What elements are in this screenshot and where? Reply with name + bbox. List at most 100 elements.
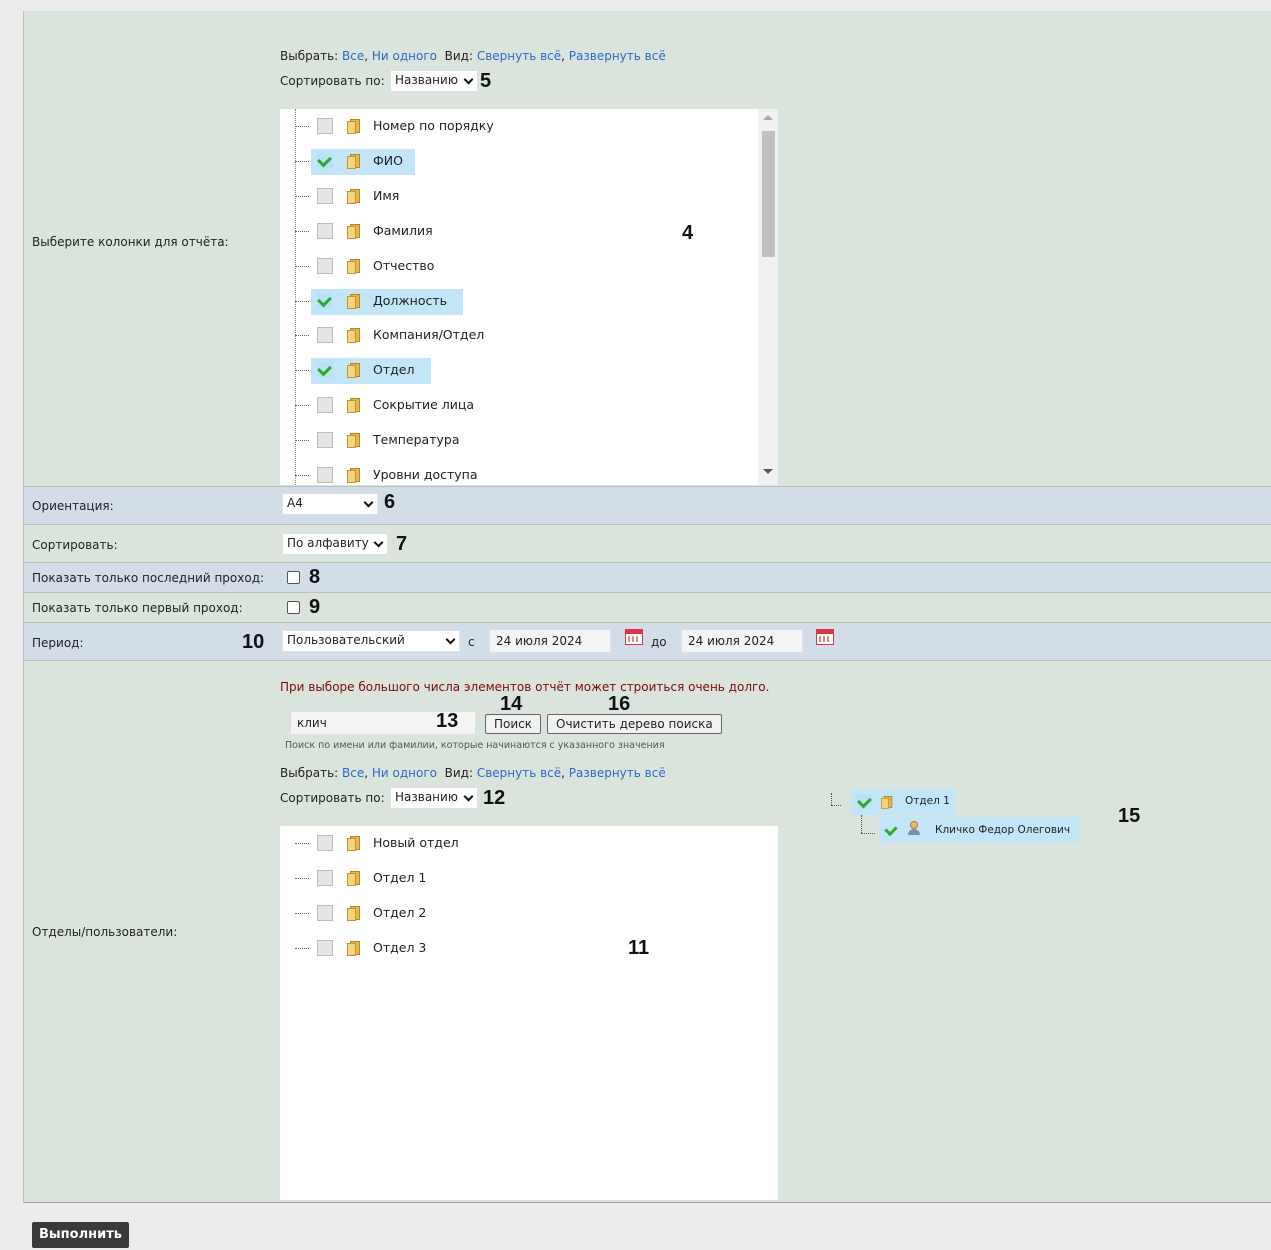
calendar-from-icon[interactable] xyxy=(625,629,643,645)
column-label: Должность xyxy=(373,292,448,308)
orientation-select[interactable]: A4 xyxy=(282,493,378,515)
select-label: Выбрать: xyxy=(280,766,339,780)
date-to-input[interactable]: 24 июля 2024 xyxy=(681,629,803,653)
column-node[interactable]: Компания/Отдел xyxy=(295,323,735,349)
department-node[interactable]: Новый отдел xyxy=(295,831,735,857)
period-from-label: с xyxy=(468,635,475,649)
expand-all-link[interactable]: Развернуть всё xyxy=(569,49,666,63)
period-label: Период: xyxy=(32,636,84,650)
tree-connector xyxy=(295,160,309,162)
calendar-to-icon[interactable] xyxy=(816,629,834,645)
sort-select[interactable]: По алфавиту xyxy=(282,533,388,555)
folder-icon xyxy=(347,431,363,449)
result-user-label: Кличко Федор Олегович xyxy=(935,824,1071,836)
last-pass-checkbox[interactable] xyxy=(287,571,300,584)
scroll-thumb[interactable] xyxy=(762,131,775,257)
department-checkbox[interactable] xyxy=(317,835,333,851)
collapse-all-link[interactable]: Свернуть всё xyxy=(477,49,561,63)
departments-label: Отделы/пользователи: xyxy=(32,925,178,939)
callout-10: 10 xyxy=(242,631,265,653)
user-icon xyxy=(907,821,921,835)
column-node[interactable]: Номер по порядку xyxy=(295,114,735,140)
column-checkbox[interactable] xyxy=(317,432,333,449)
run-button[interactable]: Выполнить xyxy=(32,1222,129,1248)
column-label: Отдел xyxy=(373,362,415,378)
column-checkbox[interactable] xyxy=(317,187,333,204)
search-button[interactable]: Поиск xyxy=(485,714,542,734)
department-checkbox[interactable] xyxy=(317,870,333,886)
column-checkbox[interactable] xyxy=(317,257,333,274)
select-none-link[interactable]: Ни одного xyxy=(372,766,437,780)
department-node[interactable]: Отдел 1 xyxy=(295,866,735,892)
result-department-node[interactable]: Отдел 1 xyxy=(837,789,967,815)
last-pass-row: Показать только последний проход: 8 xyxy=(24,562,1271,592)
callout-13: 13 xyxy=(436,710,459,732)
tree-connector xyxy=(295,126,309,127)
result-user-node[interactable]: Кличко Федор Олегович xyxy=(879,817,1079,843)
column-checkbox[interactable] xyxy=(317,118,333,134)
result-department-label: Отдел 1 xyxy=(905,795,950,807)
scroll-up-icon[interactable] xyxy=(763,115,773,120)
column-checkbox[interactable] xyxy=(317,152,333,169)
scroll-down-icon[interactable] xyxy=(763,469,773,474)
department-node[interactable]: Отдел 2 xyxy=(295,901,735,927)
tree-connector xyxy=(295,265,309,267)
orientation-label: Ориентация: xyxy=(32,499,114,513)
column-node[interactable]: Фамилия xyxy=(295,219,735,245)
column-node[interactable]: Имя xyxy=(295,184,735,210)
column-node[interactable]: Уровни доступа xyxy=(295,463,735,485)
column-checkbox[interactable] xyxy=(317,292,333,309)
columns-select-bar: Выбрать: Все, Ни одного Вид: Свернуть вс… xyxy=(280,49,666,63)
column-checkbox[interactable] xyxy=(317,467,333,483)
folder-icon xyxy=(347,257,363,275)
department-checkbox[interactable] xyxy=(317,905,333,921)
column-checkbox[interactable] xyxy=(317,362,333,379)
tree-connector xyxy=(295,878,309,879)
department-label: Новый отдел xyxy=(373,835,459,850)
column-node[interactable]: Отдел xyxy=(295,358,735,385)
column-node[interactable]: Отчество xyxy=(295,254,735,280)
scrollbar[interactable] xyxy=(758,109,778,485)
callout-6: 6 xyxy=(384,491,396,513)
result-user-checkbox[interactable] xyxy=(883,822,898,838)
departments-sort-label: Сортировать по: xyxy=(280,791,385,805)
folder-icon xyxy=(347,292,363,310)
columns-sort-select[interactable]: Названию xyxy=(390,70,478,92)
column-checkbox[interactable] xyxy=(317,397,333,414)
department-checkbox[interactable] xyxy=(317,940,333,956)
result-department-checkbox[interactable] xyxy=(857,794,872,809)
expand-all-link[interactable]: Развернуть всё xyxy=(569,766,666,780)
search-result-tree: Отдел 1 Кличко Федор Олегович xyxy=(829,787,1089,857)
select-none-link[interactable]: Ни одного xyxy=(372,49,437,63)
column-checkbox[interactable] xyxy=(317,222,333,239)
first-pass-row: Показать только первый проход: 9 xyxy=(24,592,1271,622)
sort-row: Сортировать: По алфавиту 7 xyxy=(24,524,1271,562)
period-row: Период: 10 Пользовательский с 24 июля 20… xyxy=(24,622,1271,660)
callout-7: 7 xyxy=(396,533,408,555)
first-pass-checkbox[interactable] xyxy=(287,601,300,614)
departments-sort-select[interactable]: Названию xyxy=(390,787,478,809)
column-node[interactable]: ФИО xyxy=(295,148,735,175)
clear-search-tree-button[interactable]: Очистить дерево поиска xyxy=(547,714,722,734)
column-node[interactable]: Сокрытие лица xyxy=(295,393,735,419)
collapse-all-link[interactable]: Свернуть всё xyxy=(477,766,561,780)
period-select[interactable]: Пользовательский xyxy=(282,630,460,652)
column-node[interactable]: Должность xyxy=(295,288,735,315)
column-node[interactable]: Температура xyxy=(295,428,735,454)
column-checkbox[interactable] xyxy=(317,327,333,344)
warning-text: При выборе большого числа элементов отчё… xyxy=(280,680,770,694)
folder-icon xyxy=(347,939,363,957)
tree-guide xyxy=(831,793,832,805)
folder-icon xyxy=(347,361,363,379)
select-all-link[interactable]: Все xyxy=(342,766,364,780)
tree-connector xyxy=(295,300,309,302)
tree-connector xyxy=(295,475,309,476)
departments-tree-panel: Новый отдел Отдел 1 Отдел 2 Отдел 3 xyxy=(280,826,778,1200)
department-node[interactable]: Отдел 3 xyxy=(295,936,735,962)
date-from-input[interactable]: 24 июля 2024 xyxy=(489,629,611,653)
callout-14: 14 xyxy=(500,693,523,715)
period-to-label: до xyxy=(651,635,667,649)
select-all-link[interactable]: Все xyxy=(342,49,364,63)
first-pass-label: Показать только первый проход: xyxy=(32,601,243,615)
tree-guide xyxy=(861,815,862,833)
